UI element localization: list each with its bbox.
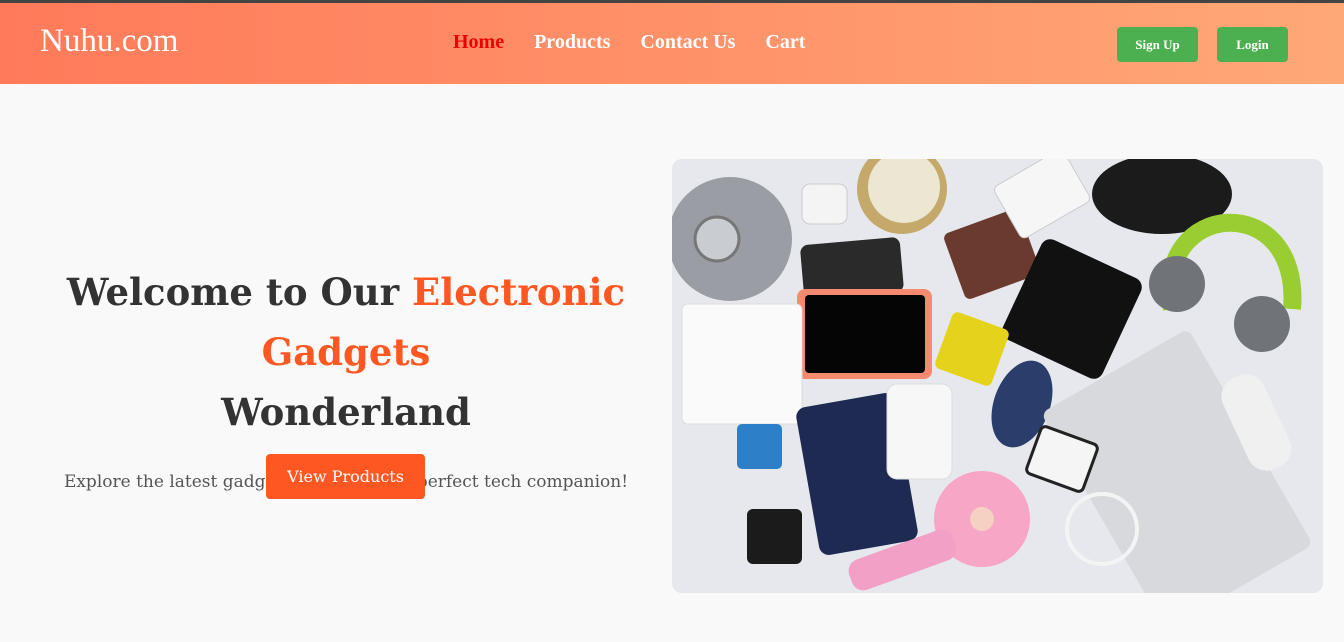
- gadgets-hero-image: [672, 159, 1323, 593]
- site-logo[interactable]: Nuhu.com: [40, 23, 178, 60]
- navbar: Nuhu.com Home Products Contact Us Cart S…: [0, 3, 1344, 84]
- view-products-button[interactable]: View Products: [266, 454, 425, 499]
- nav-link-cart[interactable]: Cart: [765, 31, 805, 54]
- hero-title: Welcome to Our Electronic Gadgets Wonder…: [20, 262, 672, 442]
- hero-title-prefix: Welcome to Our: [66, 270, 412, 314]
- nav-link-products[interactable]: Products: [534, 31, 610, 54]
- login-button[interactable]: Login: [1217, 27, 1288, 62]
- main-nav: Home Products Contact Us Cart: [453, 31, 805, 54]
- nav-link-home[interactable]: Home: [453, 31, 504, 54]
- gadgets-illustration: [672, 159, 1323, 593]
- nav-link-contact[interactable]: Contact Us: [640, 31, 735, 54]
- sign-up-button[interactable]: Sign Up: [1117, 27, 1198, 62]
- hero-title-suffix: Wonderland: [221, 390, 471, 434]
